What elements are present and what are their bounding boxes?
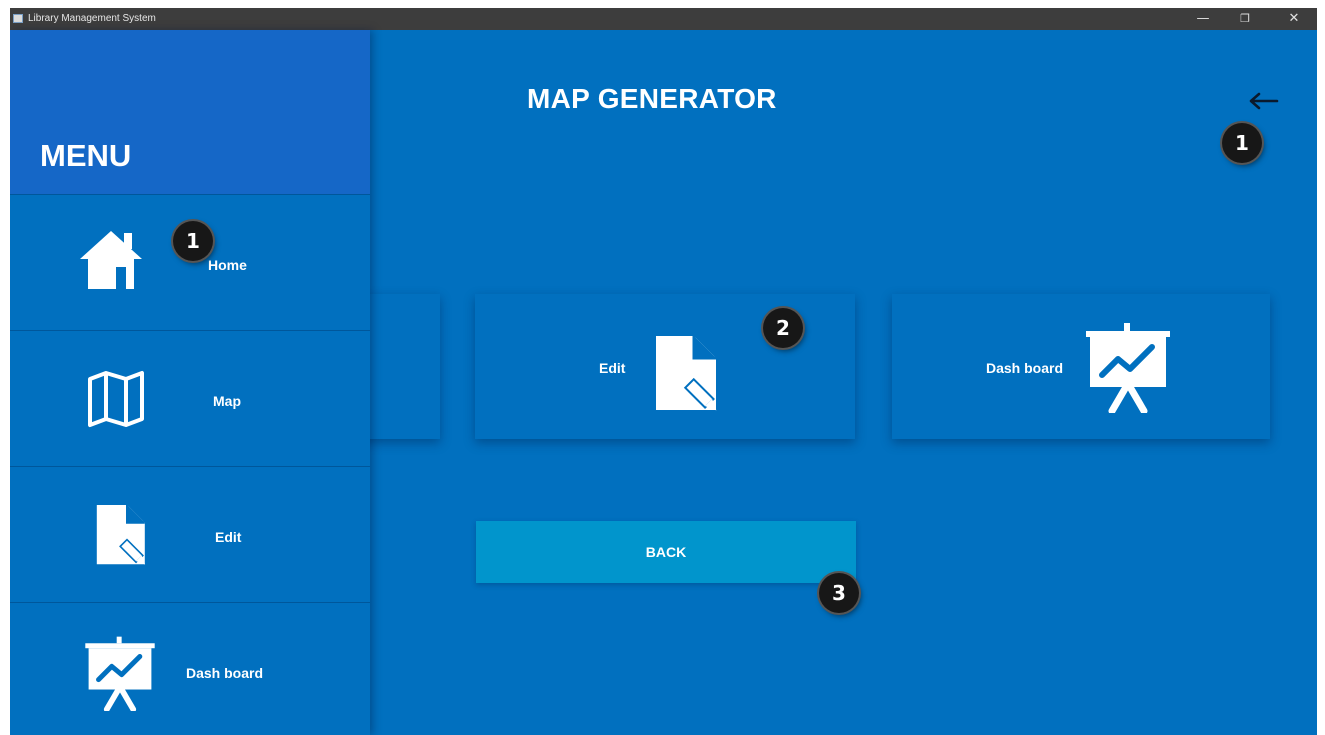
page-title: MAP GENERATOR [527,83,777,114]
restore-button[interactable]: ❐ [1225,8,1265,30]
dashboard-card-label: Dash board [986,360,1064,376]
window-title: Library Management System [28,13,156,24]
sidebar-item-label: Dash board [186,665,264,681]
presentation-chart-icon [1086,323,1170,413]
minimize-button[interactable]: — [1183,8,1223,30]
back-button[interactable]: BACK [476,521,856,583]
sidebar-item-label: Home [208,257,247,273]
dashboard-card[interactable]: Dash board [892,294,1270,439]
app-icon [13,14,23,23]
sidebar-item-label: Map [213,393,241,409]
close-button[interactable]: ✕ [1274,8,1314,30]
menu-title: MENU [40,138,132,173]
sidebar-item-map[interactable]: Map [10,330,370,466]
callout-badge: 3 [819,573,859,613]
sidebar-item-home[interactable]: Home [10,194,370,330]
edit-card-label: Edit [599,360,626,376]
sidebar-item-label: Edit [215,529,242,545]
home-icon [80,231,142,289]
sidebar: MENU Home Map Edit Dash board [10,30,370,735]
sidebar-item-edit[interactable]: Edit [10,466,370,602]
map-icon [88,371,144,427]
app-window: Library Management System — ❐ ✕ MAP GENE… [10,8,1317,735]
title-bar: Library Management System — ❐ ✕ [10,8,1317,30]
sidebar-item-dashboard[interactable]: Dash board [10,602,370,735]
document-edit-icon [96,505,146,565]
document-edit-icon [656,336,717,411]
menu-header: MENU [10,30,370,194]
callout-badge: 1 [1222,123,1262,163]
callout-badge: 1 [173,221,213,261]
callout-badge: 2 [763,308,803,348]
arrow-left-icon[interactable] [1247,91,1279,111]
presentation-chart-icon [85,636,155,711]
